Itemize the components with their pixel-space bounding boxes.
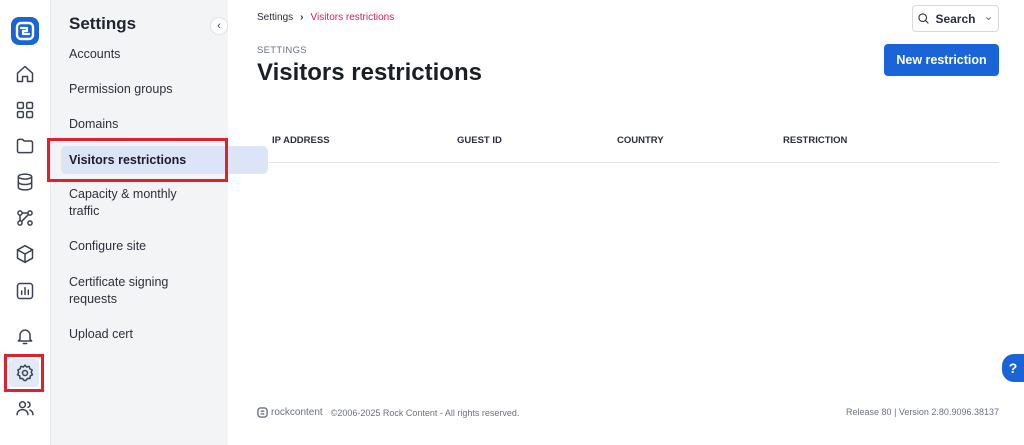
search-label: Search xyxy=(935,11,976,26)
chevron-left-icon: ‹ xyxy=(217,20,221,32)
nav-item-configure-site[interactable]: Configure site xyxy=(69,238,219,255)
breadcrumb-separator-icon: › xyxy=(300,12,304,23)
collapse-panel-button[interactable]: ‹ xyxy=(210,17,228,35)
nav-item-upload-cert[interactable]: Upload cert xyxy=(69,326,219,343)
breadcrumb-root[interactable]: Settings xyxy=(257,12,293,23)
icon-rail xyxy=(0,0,51,445)
search-icon xyxy=(918,13,930,24)
app-logo-icon[interactable] xyxy=(10,16,40,46)
column-header-restriction[interactable]: RESTRICTION xyxy=(783,135,847,146)
column-header-country[interactable]: COUNTRY xyxy=(617,135,664,146)
page-eyebrow: SETTINGS xyxy=(257,45,307,56)
nav-item-capacity-monthly-traffic[interactable]: Capacity & monthly traffic xyxy=(69,186,197,220)
brand-name: rockcontent xyxy=(271,407,323,418)
chevron-down-icon: ⌄ xyxy=(983,9,994,23)
users-icon[interactable] xyxy=(12,395,38,421)
breadcrumb: Settings › Visitors restrictions xyxy=(257,12,394,23)
analytics-icon[interactable] xyxy=(12,278,38,304)
nav-item-permission-groups[interactable]: Permission groups xyxy=(69,81,219,98)
brand-logo: rockcontent xyxy=(257,407,323,418)
search-button[interactable]: Search ⌄ xyxy=(912,5,999,32)
folder-icon[interactable] xyxy=(12,133,38,159)
bell-icon[interactable] xyxy=(12,323,38,349)
table-header-divider xyxy=(257,162,999,163)
new-restriction-button[interactable]: New restriction xyxy=(884,44,999,76)
copyright-text: ©2006-2025 Rock Content - All rights res… xyxy=(330,407,520,418)
settings-callout-box xyxy=(4,354,44,392)
panel-title: Settings xyxy=(69,14,137,33)
help-icon: ? xyxy=(1008,360,1018,376)
workflow-icon[interactable] xyxy=(12,205,38,231)
settings-panel: Settings ‹ xyxy=(51,0,228,445)
nav-callout-box xyxy=(47,138,228,182)
grid-icon[interactable] xyxy=(12,97,38,123)
column-header-ip-address[interactable]: IP ADDRESS xyxy=(272,135,330,146)
page-title: Visitors restrictions xyxy=(257,59,482,86)
column-header-guest-id[interactable]: GUEST ID xyxy=(457,135,502,146)
release-version: Release 80 | Version 2.80.9096.38137 xyxy=(846,407,999,417)
cube-icon[interactable] xyxy=(12,241,38,267)
footer-copyright: rockcontent ©2006-2025 Rock Content - Al… xyxy=(257,407,519,418)
rockcontent-logo-icon xyxy=(257,407,268,418)
main-content: Settings › Visitors restrictions Search … xyxy=(228,0,1024,445)
nav-item-domains[interactable]: Domains xyxy=(69,116,219,133)
breadcrumb-current: Visitors restrictions xyxy=(310,12,395,23)
database-icon[interactable] xyxy=(12,169,38,195)
nav-item-accounts[interactable]: Accounts xyxy=(69,46,219,63)
nav-item-certificate-signing-requests[interactable]: Certificate signing requests xyxy=(69,274,194,308)
home-icon[interactable] xyxy=(12,61,38,87)
help-button[interactable]: ? xyxy=(1002,354,1024,382)
